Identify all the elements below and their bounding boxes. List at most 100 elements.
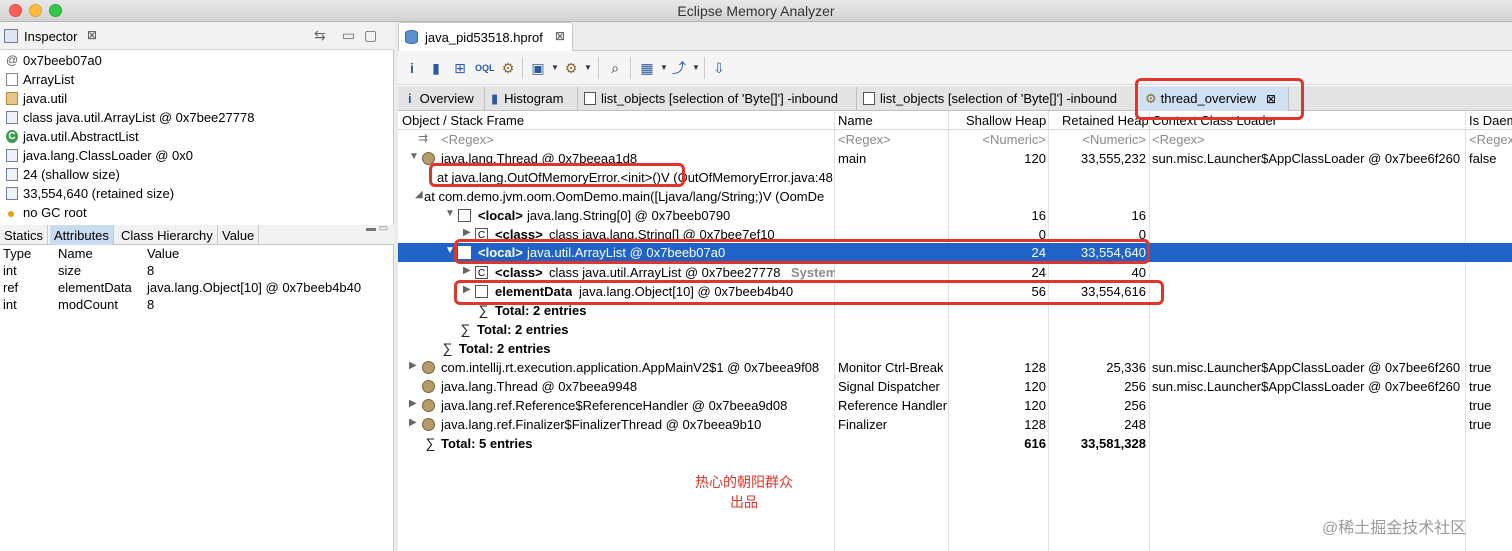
row-shallow: 24 [1031,265,1046,280]
table-row[interactable]: ▶ java.lang.ref.Finalizer$FinalizerThrea… [398,415,1512,434]
dominator-tree-icon[interactable]: ⊞ [451,59,469,77]
table-row[interactable]: ∑ Total: 2 entries [398,339,1512,358]
minimize-icon[interactable]: ▬ ▭ [366,223,388,234]
close-icon[interactable]: ⊠ [87,28,97,42]
column-value[interactable]: Value [147,246,179,261]
column-name[interactable]: Name [58,246,93,261]
chevron-right-icon[interactable]: ▶ [409,417,417,428]
tab-statics[interactable]: Statics [0,225,49,245]
chevron-right-icon[interactable]: ▶ [463,227,471,238]
filter-object-input[interactable]: <Regex> [441,132,494,147]
chevron-right-icon[interactable]: ▶ [409,360,417,371]
query-tabs: i Overview ▮ Histogram list_objects [selec… [398,86,1512,111]
row-object: java.lang.Thread @ 0x7beea9948 [441,379,638,394]
column-object-stack-frame[interactable]: Object / Stack Frame [402,113,832,128]
tab-overview[interactable]: i Overview [400,87,485,111]
chevron-down-icon[interactable]: ▼ [445,208,455,219]
tab-class-hierarchy[interactable]: Class Hierarchy [117,225,218,245]
watermark-line1: 热心的朝阳群众 [695,474,793,490]
row-object: java.lang.String[0] @ 0x7beeb0790 [527,208,731,223]
table-row[interactable]: int size 8 [0,262,394,279]
retained-size-icon [6,187,18,200]
list-objects-icon [863,92,875,105]
table-row-total[interactable]: ∑ Total: 5 entries 616 33,581,328 [398,434,1512,453]
table-row[interactable]: java.lang.Thread @ 0x7beea9948 Signal Di… [398,377,1512,396]
inspector-row-text: java.util.AbstractList [23,129,139,144]
column-name[interactable]: Name [838,113,946,128]
column-shallow-heap[interactable]: Shallow Heap [966,113,1046,128]
row-object: com.intellij.rt.execution.application.Ap… [441,360,820,375]
maximize-icon[interactable]: ▢ [364,27,377,44]
run-report-icon[interactable]: ▣ [529,59,547,77]
address-icon: @ [6,53,19,67]
toolbar-separator [630,57,631,79]
filter-name-input[interactable]: <Regex> [838,132,891,147]
tab-list-objects-2[interactable]: list_objects [selection of 'Byte[]'] -in… [857,87,1137,111]
row-retained: 248 [1124,417,1146,432]
gc-root-icon [8,211,14,217]
column-type[interactable]: Type [3,246,31,261]
column-is-daemon[interactable]: Is Daem [1469,113,1512,128]
filter-retained-input[interactable]: <Numeric> [1050,132,1146,147]
info-icon[interactable]: i [403,59,421,77]
inspector-address: @ 0x7beeb07a0 [0,51,394,70]
table-row[interactable]: ▶ java.lang.ref.Reference$ReferenceHandl… [398,396,1512,415]
query-browser-icon[interactable]: ⚙ [562,59,580,77]
inspector-title[interactable]: Inspector [24,29,77,44]
oql-icon[interactable]: OQL [475,59,495,77]
row-daemon: true [1469,360,1492,375]
attr-name: elementData [58,280,132,295]
tab-histogram[interactable]: ▮ Histogram [485,87,578,111]
table-row[interactable]: ◢ at com.demo.jvm.oom.OomDemo.main([Ljav… [398,187,1512,206]
filter-row: ⇉ <Regex> <Regex> <Numeric> <Numeric> <R… [398,130,1512,149]
annotation-highlight [454,280,1164,305]
heap-dump-icon [405,30,418,44]
chevron-right-icon[interactable]: ▶ [463,265,471,276]
export-icon[interactable]: ⇩ [710,59,728,77]
attr-type: int [3,263,17,278]
package-icon [6,92,18,105]
histogram-icon[interactable]: ▮ [427,59,445,77]
toolbar-separator [704,57,705,79]
calculate-retained-icon[interactable]: ⤴ [670,59,688,77]
editor-toolbar: i ▮ ⊞ OQL ⚙ ▣ ▼ ⚙ ▼ ⌕ ▦ ▼ ⤴ ▼ ⇩ [398,51,1512,85]
row-loader: sun.misc.Launcher$AppClassLoader @ 0x7be… [1152,151,1461,166]
shallow-size-icon [6,168,18,181]
sum-icon: ∑ [425,435,436,451]
link-with-view-icon[interactable]: ⇆ [314,27,326,44]
row-object: java.lang.ref.Reference$ReferenceHandler… [441,398,788,413]
chevron-down-icon[interactable]: ▼ [579,59,597,77]
table-header: Object / Stack Frame Name Shallow Heap R… [398,111,1512,130]
chevron-right-icon[interactable]: ▶ [409,398,417,409]
row-shallow: 616 [1024,436,1046,451]
tab-value[interactable]: Value [218,225,260,245]
tab-attributes[interactable]: Attributes [50,225,114,245]
filter-loader-input[interactable]: <Regex> [1152,132,1205,147]
row-shallow: 128 [1024,360,1046,375]
tab-label: list_objects [selection of 'Byte[]'] -in… [880,91,1117,106]
table-row[interactable]: ▼ <local> java.lang.String[0] @ 0x7beeb0… [398,206,1512,225]
search-icon[interactable]: ⌕ [606,59,624,77]
table-row[interactable]: ∑ Total: 2 entries [398,320,1512,339]
editor-tab-hprof[interactable]: java_pid53518.hprof ⊠ [398,22,573,51]
group-by-icon[interactable]: ▦ [638,59,656,77]
inspector-row-text: 33,554,640 (retained size) [23,186,175,201]
filter-daemon-input[interactable]: <Regex [1469,132,1512,147]
info-icon: i [408,91,412,106]
table-row[interactable]: ref elementData java.lang.Object[10] @ 0… [0,279,394,296]
close-icon[interactable]: ⊠ [555,29,565,43]
minimize-icon[interactable]: ▭ [342,27,355,44]
inspector-class-name: ArrayList [0,70,394,89]
filter-icon: ⇉ [418,131,429,145]
tab-list-objects-1[interactable]: list_objects [selection of 'Byte[]'] -in… [578,87,857,111]
chevron-down-icon[interactable]: ▼ [409,151,419,162]
chevron-down-icon[interactable]: ▼ [687,59,705,77]
window-title: Eclipse Memory Analyzer [677,3,835,19]
thread-overview-icon[interactable]: ⚙ [499,59,517,77]
filter-shallow-input[interactable]: <Numeric> [950,132,1046,147]
row-loader: sun.misc.Launcher$AppClassLoader @ 0x7be… [1152,379,1461,394]
table-row[interactable]: ▶ com.intellij.rt.execution.application.… [398,358,1512,377]
inspector-row-text: class java.util.ArrayList @ 0x7bee27778 [23,110,255,125]
table-row[interactable]: int modCount 8 [0,296,394,313]
chevron-down-icon[interactable]: ◢ [415,189,423,200]
